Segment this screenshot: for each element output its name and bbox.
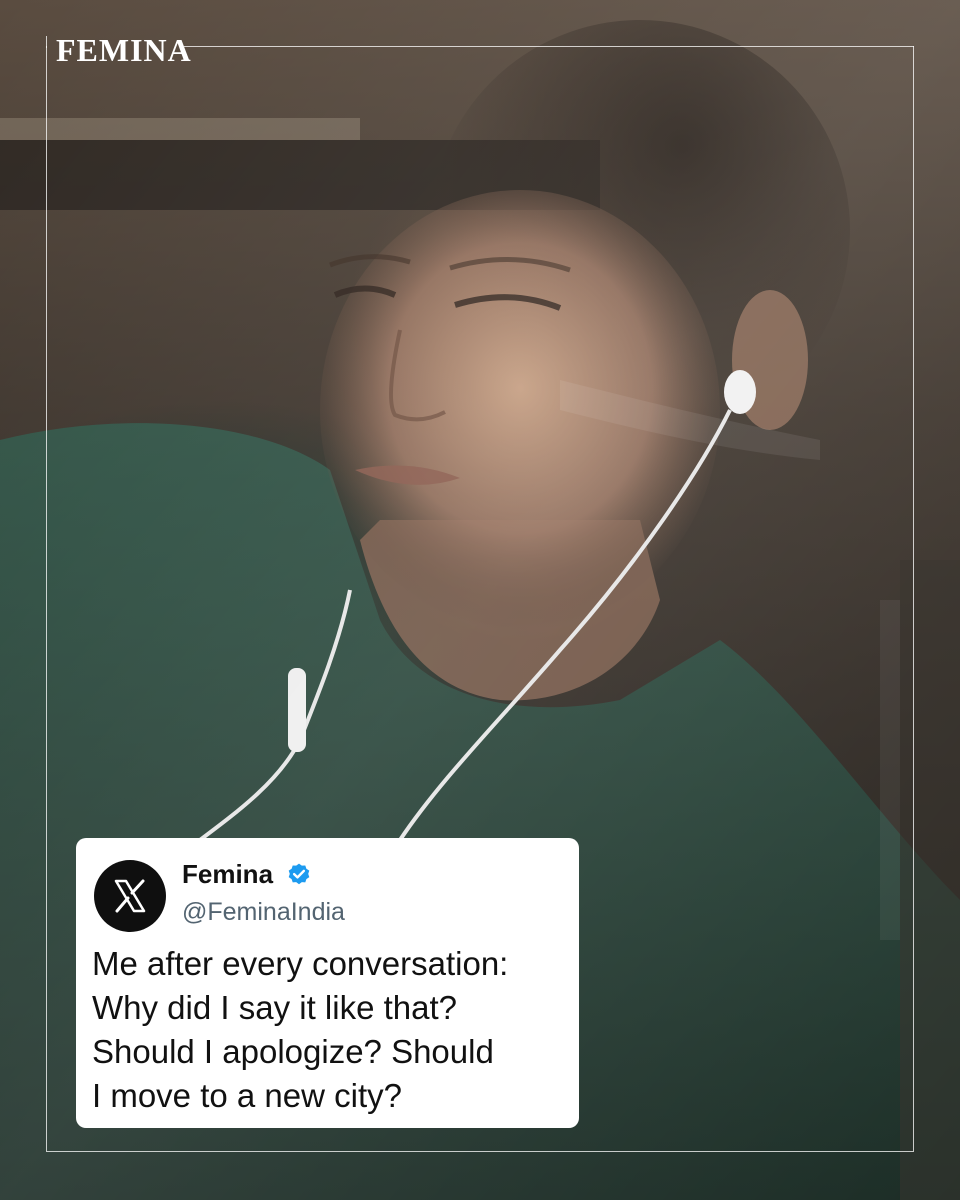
poster: FEMINA Femina @FeminaIndia Me after ever… — [0, 0, 960, 1200]
verified-badge-icon — [288, 863, 310, 885]
x-logo-icon — [94, 860, 166, 932]
tweet-text-line: Me after every conversation: — [92, 945, 509, 982]
brand-logo: FEMINA — [56, 32, 192, 68]
tweet-card[interactable]: Femina @FeminaIndia Me after every conve… — [76, 838, 579, 1128]
tweet-text-line: I move to a new city? — [92, 1077, 402, 1114]
tweet-author-handle[interactable]: @FeminaIndia — [182, 896, 345, 928]
tweet-author-name[interactable]: Femina — [182, 858, 273, 890]
tweet-text: Me after every conversation: Why did I s… — [92, 942, 572, 1118]
tweet-text-line: Why did I say it like that? — [92, 989, 457, 1026]
tweet-text-line: Should I apologize? Should — [92, 1033, 494, 1070]
